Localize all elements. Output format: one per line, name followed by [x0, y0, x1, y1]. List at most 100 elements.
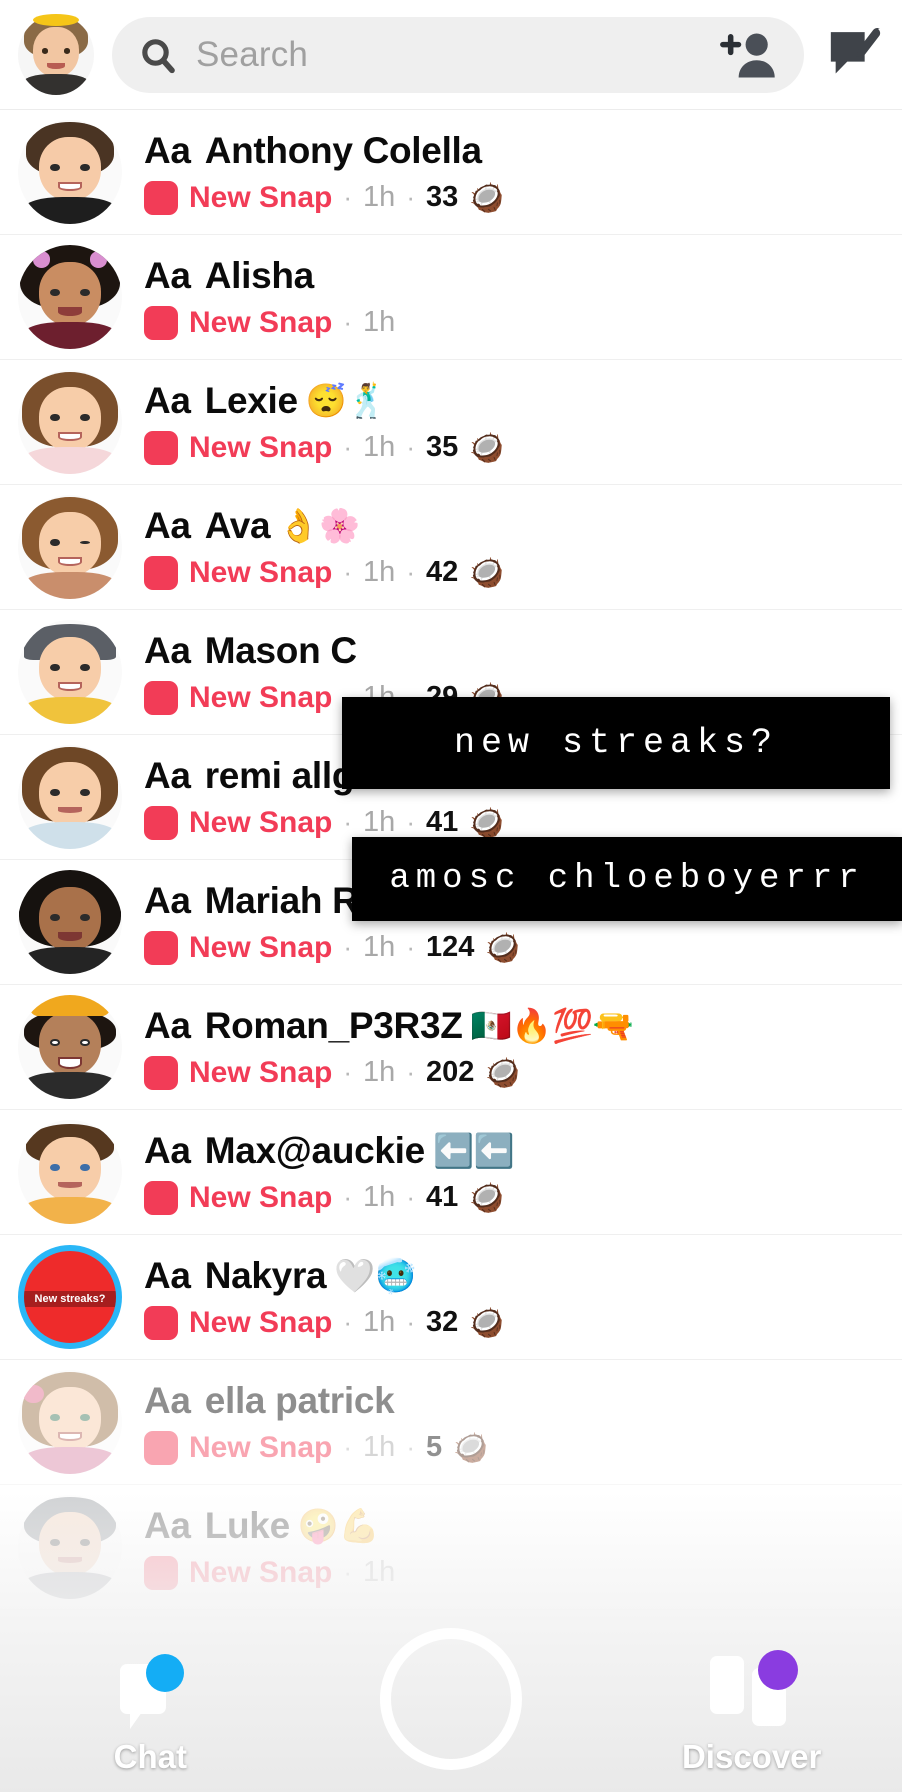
top-header: Search	[0, 0, 902, 110]
search-input[interactable]: Search	[196, 35, 700, 75]
nav-item-chat[interactable]: Chat	[0, 1654, 301, 1792]
streak-count: 32	[425, 1306, 459, 1338]
timestamp: 1h	[363, 181, 396, 213]
avatar[interactable]	[18, 870, 122, 974]
streak-count: 35	[425, 431, 459, 463]
chat-status-line: New Snap · 1h · 35 🥥	[144, 430, 505, 465]
streak-emoji: 🥥	[485, 1057, 521, 1088]
chat-list[interactable]: Aa Anthony Colella New Snap · 1h · 33 🥥	[0, 110, 902, 1792]
timestamp: 1h	[363, 1306, 396, 1338]
status-label: New Snap	[189, 430, 333, 464]
discover-icon[interactable]	[704, 1650, 800, 1728]
timestamp: 1h	[363, 306, 396, 338]
chat-status-line: New Snap · 1h · 41 🥥	[144, 805, 504, 840]
nav-label-chat: Chat	[113, 1738, 187, 1775]
chat-row-ava[interactable]: Aa Ava 👌🌸 New Snap · 1h · 42 🥥	[0, 485, 902, 610]
new-snap-icon	[144, 180, 178, 215]
chat-name: Aa Ava 👌🌸	[144, 504, 360, 546]
new-snap-icon	[144, 680, 178, 715]
streak-emoji: 🥥	[469, 182, 505, 213]
chat-name: Aa Alisha	[144, 254, 314, 296]
separator-dot: ·	[343, 932, 353, 962]
new-snap-icon	[144, 1180, 178, 1215]
streak-emoji: 🥥	[485, 932, 521, 963]
streak-emoji: 🥥	[469, 1182, 505, 1213]
name-prefix: Aa	[144, 129, 191, 171]
status-label: New Snap	[189, 305, 333, 339]
nav-item-discover[interactable]: Discover	[601, 1650, 902, 1792]
avatar[interactable]	[18, 745, 122, 849]
search-bar[interactable]: Search	[112, 16, 804, 93]
streak-count: 41	[425, 1181, 459, 1213]
separator-dot: ·	[406, 182, 415, 212]
streak-emoji: 🥥	[453, 1432, 488, 1463]
timestamp: 1h	[363, 1181, 396, 1213]
chat-icon[interactable]	[114, 1654, 186, 1729]
chat-status-line: New Snap · 1h · 41 🥥	[144, 1180, 515, 1215]
new-chat-icon[interactable]	[826, 26, 884, 84]
chat-row-anthony-colella[interactable]: Aa Anthony Colella New Snap · 1h · 33 🥥	[0, 110, 902, 235]
caption-overlay-new-streaks: new streaks?	[342, 697, 890, 789]
timestamp: 1h	[363, 1556, 396, 1588]
chat-row-lexie[interactable]: Aa Lexie 😴🕺 New Snap · 1h · 35 🥥	[0, 360, 902, 485]
avatar[interactable]	[18, 1370, 122, 1474]
chat-name: Aa Mason C	[144, 629, 357, 671]
avatar[interactable]	[18, 1495, 122, 1599]
chat-name: Aa Lexie 😴🕺	[144, 379, 388, 421]
separator-dot: ·	[343, 1307, 353, 1337]
chat-name: Aa Nakyra 🤍🥶	[144, 1254, 416, 1296]
status-label: New Snap	[189, 680, 333, 714]
new-snap-icon	[144, 1055, 178, 1090]
streak-emoji: 🥥	[469, 432, 505, 463]
separator-dot: ·	[406, 432, 415, 462]
camera-shutter-icon[interactable]	[380, 1628, 522, 1770]
chat-row-max-auckie[interactable]: Aa Max@auckie ⬅️⬅️ New Snap · 1h · 41 🥥	[0, 1110, 902, 1235]
avatar[interactable]	[18, 995, 122, 1099]
new-snap-icon	[144, 1305, 178, 1340]
halo-icon	[33, 13, 79, 26]
chat-status-line: New Snap · 1h · 33 🥥	[144, 180, 505, 215]
status-label: New Snap	[189, 1055, 333, 1089]
chat-badge-dot	[146, 1654, 185, 1692]
chat-row-nakyra[interactable]: New streaks? Aa Nakyra 🤍🥶 New Snap · 1h ·…	[0, 1235, 902, 1360]
separator-dot: ·	[406, 557, 415, 587]
chat-row-ella-patrick[interactable]: Aa ella patrick New Snap · 1h · 5 🥥	[0, 1360, 902, 1485]
avatar[interactable]	[18, 1120, 122, 1224]
chat-row-alisha[interactable]: Aa Alisha New Snap · 1h	[0, 235, 902, 360]
streak-count: 5	[425, 1431, 443, 1463]
separator-dot: ·	[343, 307, 353, 337]
story-ring[interactable]: New streaks?	[18, 1245, 122, 1349]
timestamp: 1h	[363, 931, 396, 963]
avatar-with-story-ring[interactable]: New streaks?	[18, 1245, 122, 1349]
streak-emoji: 🥥	[469, 557, 505, 588]
add-friend-icon[interactable]	[718, 29, 778, 81]
status-label: New Snap	[189, 180, 333, 214]
chat-status-line: New Snap · 1h · 5 🥥	[144, 1430, 488, 1465]
search-icon	[142, 38, 175, 73]
chat-name: Aa Roman_P3R3Z 🇲🇽🔥💯🔫	[144, 1004, 634, 1046]
new-snap-icon	[144, 805, 178, 840]
avatar[interactable]	[18, 370, 122, 474]
chat-name: Aa ella patrick	[144, 1379, 395, 1421]
chat-row-luke[interactable]: Aa Luke 🤪💪 New Snap · 1h	[0, 1485, 902, 1610]
chat-status-line: New Snap · 1h	[144, 1555, 396, 1590]
chat-row-roman-p3r3z[interactable]: Aa Roman_P3R3Z 🇲🇽🔥💯🔫 New Snap · 1h · 202 …	[0, 985, 902, 1110]
separator-dot: ·	[343, 1182, 353, 1212]
bottom-navigation-bar[interactable]: Chat Discover	[0, 1617, 902, 1792]
separator-dot: ·	[406, 1432, 415, 1462]
avatar[interactable]	[18, 620, 122, 724]
chat-status-line: New Snap · 1h · 124 🥥	[144, 930, 521, 965]
avatar[interactable]	[18, 120, 122, 224]
nav-item-camera[interactable]	[301, 1628, 602, 1792]
status-label: New Snap	[189, 805, 333, 839]
avatar[interactable]	[18, 495, 122, 599]
separator-dot: ·	[406, 932, 415, 962]
timestamp: 1h	[363, 556, 396, 588]
profile-avatar-button[interactable]	[18, 13, 94, 95]
chat-name: Aa Max@auckie ⬅️⬅️	[144, 1129, 515, 1171]
snapchat-chat-screen: Search Aa Anthony Colella New Snap · 1h …	[0, 0, 902, 1792]
discover-badge-dot	[757, 1650, 798, 1690]
new-snap-icon	[144, 1555, 178, 1590]
separator-dot: ·	[343, 557, 353, 587]
avatar[interactable]	[18, 245, 122, 349]
